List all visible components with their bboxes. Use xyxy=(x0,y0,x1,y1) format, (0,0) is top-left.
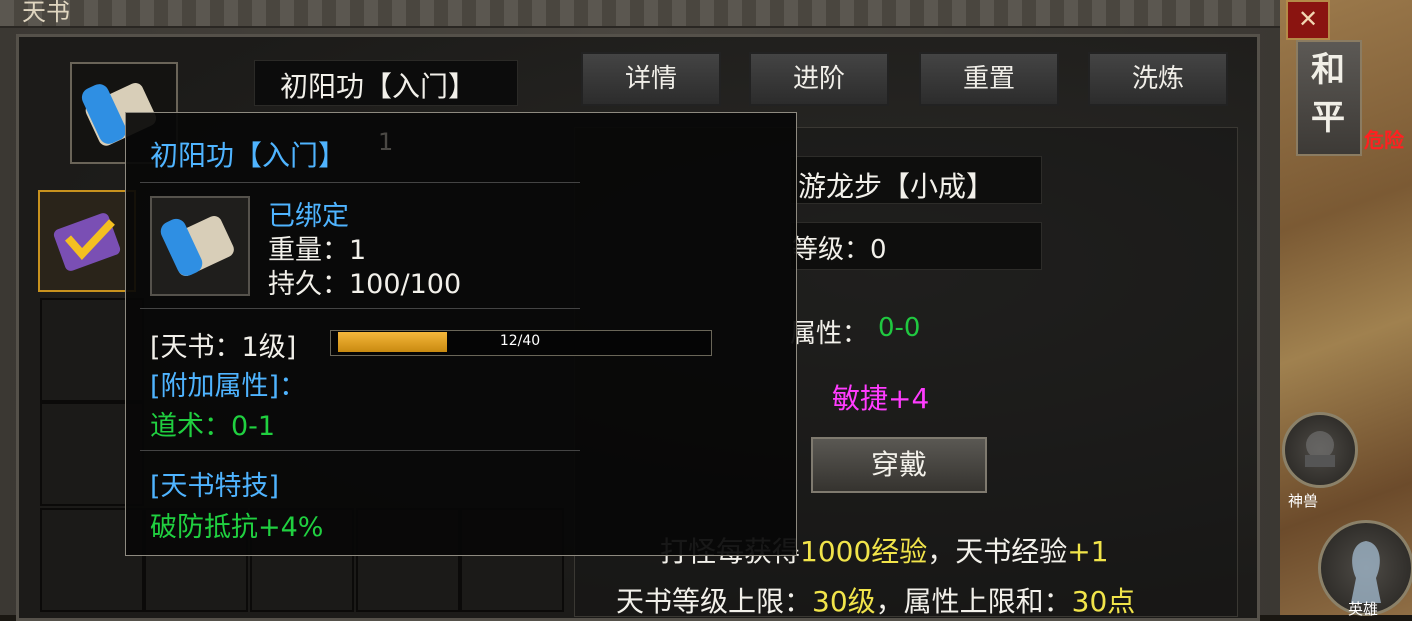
pet-icon xyxy=(1305,431,1335,467)
tab-details[interactable]: 详情 xyxy=(581,52,721,106)
hero-button-label: 英雄 xyxy=(1348,600,1379,618)
tab-advance[interactable]: 进阶 xyxy=(749,52,889,106)
cap-points: 30点 xyxy=(1071,585,1136,618)
right-skill-name: 游龙步【小成】 xyxy=(798,170,995,203)
inventory-slot-selected[interactable] xyxy=(38,190,136,292)
exp-gain: +1 xyxy=(1067,535,1109,568)
exp-amount: 1000经验 xyxy=(800,535,928,568)
tooltip-title: 初阳功【入门】 xyxy=(150,139,347,172)
attribute-value: 0-0 xyxy=(878,313,921,343)
danger-label: 危险 xyxy=(1364,128,1404,152)
scroll-icon xyxy=(160,216,234,276)
skill-level: 等级：0 xyxy=(792,235,887,265)
cap-level: 30级 xyxy=(812,585,876,618)
tooltip-stack-count: 1 xyxy=(378,128,394,156)
exp-progress-text: 12/40 xyxy=(499,333,541,349)
equip-button[interactable]: 穿戴 xyxy=(811,437,987,493)
window-title: 天书 xyxy=(22,0,70,26)
exp-mid: ，天书经验 xyxy=(927,535,1068,568)
pet-button[interactable] xyxy=(1282,412,1358,488)
pet-button-label: 神兽 xyxy=(1288,492,1319,510)
tooltip-divider xyxy=(140,182,580,183)
tooltip-durability: 持久：100/100 xyxy=(268,269,462,300)
cap-mid: ，属性上限和： xyxy=(875,585,1072,618)
tooltip-skill-value: 破防抵抗+4% xyxy=(150,512,324,543)
tooltip-divider xyxy=(140,450,580,451)
window-titlebar xyxy=(0,0,1280,28)
tooltip-item-slot xyxy=(150,196,250,296)
tab-refine[interactable]: 洗炼 xyxy=(1088,52,1228,106)
skill-name: 初阳功【入门】 xyxy=(280,70,477,103)
attribute-label: 属性： xyxy=(790,319,869,349)
tooltip-skill-header: [天书特技] xyxy=(150,471,280,502)
tooltip-extra-value: 道术：0-1 xyxy=(150,411,276,442)
tooltip-book-level: [天书：1级] xyxy=(150,332,297,363)
tooltip-extra-header: [附加属性]： xyxy=(150,371,307,402)
close-button[interactable]: ✕ xyxy=(1286,0,1330,40)
cap-prefix: 天书等级上限： xyxy=(616,585,813,618)
pk-mode-label: 和平 xyxy=(1311,50,1345,138)
check-book-icon xyxy=(53,213,121,271)
tab-reset[interactable]: 重置 xyxy=(919,52,1059,106)
cap-info-line: 天书等级上限：30级，属性上限和：30点 xyxy=(616,580,1135,620)
agility-bonus: 敏捷+4 xyxy=(832,382,930,415)
tooltip-divider xyxy=(140,308,580,309)
